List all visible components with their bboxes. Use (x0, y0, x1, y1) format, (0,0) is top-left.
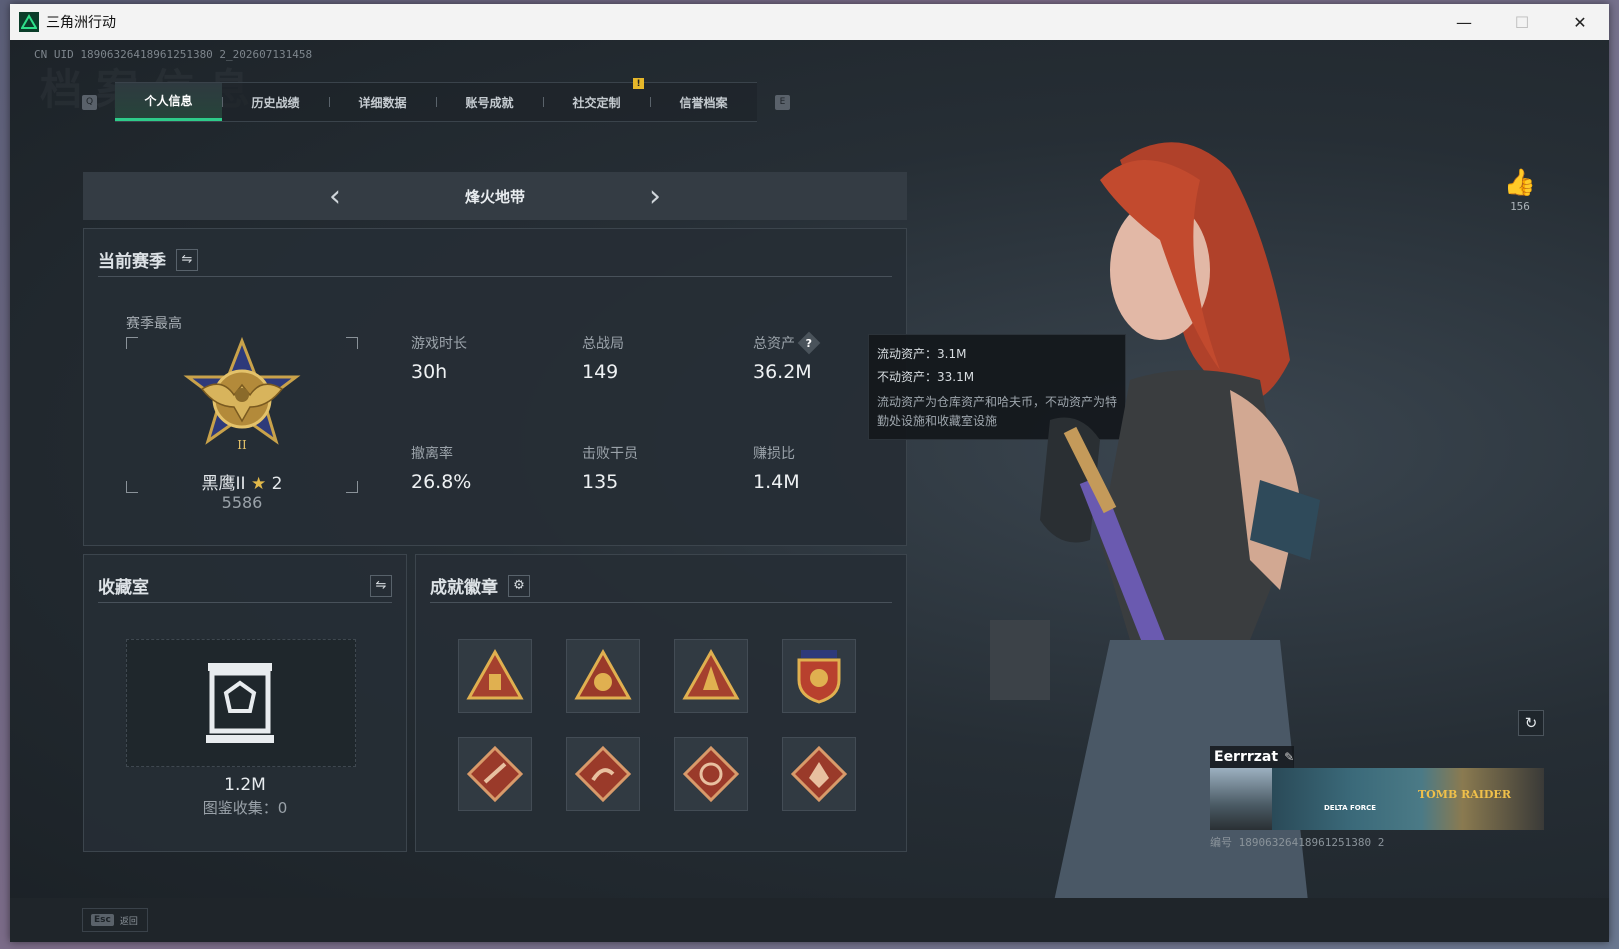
achievement-badge-4[interactable] (782, 639, 856, 713)
season-panel-header: 当前赛季 ⇋ (98, 243, 892, 277)
mode-selector: ‹ 烽火地带 › (83, 172, 907, 220)
player-name: Eerrrzat (1214, 749, 1279, 765)
rank-name-row: 黑鹰II ★ 2 (126, 469, 358, 494)
esc-key-hint: Esc (91, 914, 114, 926)
back-label: 返回 (119, 916, 138, 927)
tab-social-custom-label: 社交定制 (572, 95, 621, 110)
achievement-badge-5[interactable] (458, 737, 532, 811)
tab-achievements[interactable]: 账号成就 (436, 83, 543, 121)
achievement-badge-3[interactable] (674, 639, 748, 713)
stat-operators-defeated: 击败干员 135 (582, 446, 638, 493)
rank-star-icon: ★ (250, 474, 267, 494)
stat-extraction-rate: 撤离率 26.8% (411, 446, 472, 493)
achievement-badges-panel: 成就徽章 ⚙ (415, 554, 907, 852)
rank-score: 5586 (221, 493, 263, 512)
refresh-icon[interactable]: ↻ (1518, 710, 1544, 736)
badges-title: 成就徽章 (430, 578, 498, 598)
rank-name: 黑鹰II (201, 474, 246, 494)
player-card: Eerrrzat ✎ DELTA FORCE TOMB RAIDER 编号 18… (1210, 746, 1544, 849)
collection-title: 收藏室 (98, 578, 149, 598)
game-screen: 档案信息 CN UID 18906326418961251380 2_20260… (10, 40, 1609, 942)
banner-brand-text: DELTA FORCE (1324, 804, 1377, 812)
stat-total-assets: 总资产 ? 36.2M (753, 331, 821, 383)
back-button[interactable]: Esc 返回 (82, 908, 148, 932)
prev-tab-key-hint[interactable]: Q (82, 94, 97, 110)
footer-bar: Esc 返回 (10, 898, 1609, 942)
banner-brand2-text: TOMB RAIDER (1418, 788, 1511, 801)
collection-room-panel: 收藏室 ⇋ 1.2M 图鉴收集：0 (83, 554, 407, 852)
season-best-label: 赛季最高 (126, 316, 182, 332)
close-button[interactable]: ✕ (1551, 4, 1609, 40)
badges-panel-header: 成就徽章 ⚙ (430, 569, 892, 603)
mode-prev-arrow-icon[interactable]: ‹ (321, 179, 349, 214)
tab-navigation: Q 个人信息 历史战绩 详细数据 账号成就 社交定制 ! 信誉档案 E (82, 78, 790, 122)
thumbs-up-icon[interactable]: 👍 (1490, 168, 1550, 198)
app-window: 三角洲行动 — ☐ ✕ 档案信息 CN UID 1890632641896125… (10, 4, 1609, 942)
window-title: 三角洲行动 (46, 15, 116, 31)
rank-stars-count: 2 (271, 474, 283, 494)
collection-value: 1.2M (224, 775, 266, 795)
like-widget[interactable]: 👍 156 (1490, 168, 1550, 213)
mode-title: 烽火地带 (464, 187, 525, 206)
player-name-row: Eerrrzat ✎ (1210, 746, 1294, 768)
achievement-badge-2[interactable] (566, 639, 640, 713)
stat-profit-loss-ratio: 赚损比 1.4M (753, 446, 800, 493)
mode-next-arrow-icon[interactable]: › (641, 179, 669, 214)
app-logo-icon (19, 12, 39, 32)
svg-text:II: II (237, 438, 247, 452)
tab-match-history[interactable]: 历史战绩 (222, 83, 329, 121)
rank-emblem-icon: II (183, 337, 301, 452)
edit-name-icon[interactable]: ✎ (1284, 750, 1294, 764)
achievement-badge-7[interactable] (674, 737, 748, 811)
vault-icon (206, 663, 274, 743)
tab-detailed-data[interactable]: 详细数据 (329, 83, 436, 121)
season-title: 当前赛季 (98, 252, 166, 272)
collection-switch-icon[interactable]: ⇋ (370, 574, 392, 597)
player-id: 编号 18906326418961251380 2 (1210, 836, 1385, 849)
collection-count: 图鉴收集：0 (202, 799, 288, 817)
minimize-button[interactable]: — (1435, 4, 1493, 40)
tab-credit-record[interactable]: 信誉档案 (650, 83, 757, 121)
player-avatar[interactable] (1210, 768, 1272, 830)
season-switch-icon[interactable]: ⇋ (176, 248, 198, 271)
help-icon[interactable]: ? (797, 331, 821, 355)
next-tab-key-hint[interactable]: E (775, 94, 790, 110)
like-count: 156 (1510, 200, 1530, 213)
maximize-button[interactable]: ☐ (1493, 4, 1551, 40)
uid-text: CN UID 18906326418961251380 2_2026071314… (34, 48, 313, 61)
title-bar: 三角洲行动 — ☐ ✕ (10, 4, 1609, 40)
stat-total-matches: 总战局 149 (582, 336, 624, 383)
current-season-panel: 当前赛季 ⇋ 赛季最高 II 黑鹰II ★ 2 5586 游戏时长 30h 总战… (83, 228, 907, 546)
collection-panel-header: 收藏室 ⇋ (98, 569, 392, 603)
tab-personal-info[interactable]: 个人信息 (115, 83, 222, 121)
badges-settings-icon[interactable]: ⚙ (508, 574, 530, 597)
tab-social-custom[interactable]: 社交定制 ! (543, 78, 650, 121)
rank-display: II 黑鹰II ★ 2 5586 (126, 337, 358, 512)
achievement-badge-1[interactable] (458, 639, 532, 713)
player-banner[interactable]: DELTA FORCE TOMB RAIDER (1272, 768, 1544, 830)
achievement-badge-6[interactable] (566, 737, 640, 811)
alert-badge: ! (633, 78, 644, 89)
achievement-badge-8[interactable] (782, 737, 856, 811)
stat-play-time: 游戏时长 30h (411, 336, 467, 383)
